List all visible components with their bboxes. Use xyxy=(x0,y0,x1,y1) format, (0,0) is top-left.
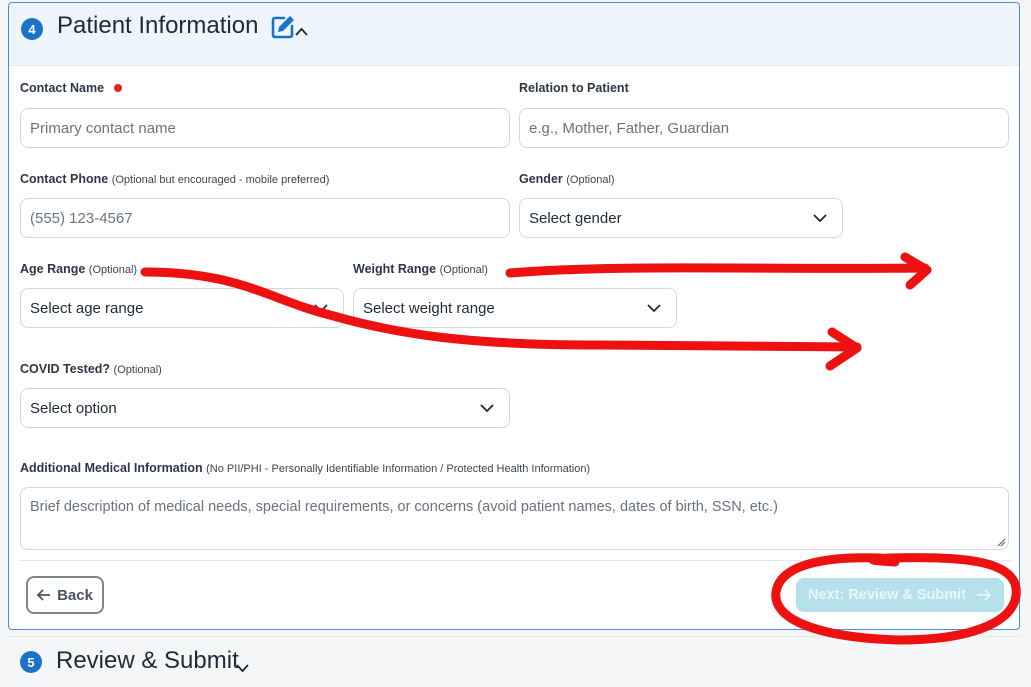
resize-grip-icon[interactable] xyxy=(997,538,1006,547)
gender-label: Gender (Optional) xyxy=(519,172,615,186)
covid-tested-select[interactable]: Select option xyxy=(20,388,510,428)
chevron-down-icon xyxy=(314,303,328,312)
step-badge: 5 xyxy=(20,651,42,673)
required-indicator xyxy=(114,84,122,92)
chevron-up-icon[interactable] xyxy=(295,27,308,36)
medical-info-label: Additional Medical Information (No PII/P… xyxy=(20,461,591,475)
chevron-down-icon xyxy=(480,403,494,412)
weight-range-select[interactable]: Select weight range xyxy=(353,288,677,328)
arrow-left-icon xyxy=(37,589,51,601)
age-range-value: Select age range xyxy=(30,299,144,317)
contact-name-input[interactable]: Primary contact name xyxy=(20,108,510,148)
chevron-down-icon xyxy=(647,303,661,312)
age-range-select[interactable]: Select age range xyxy=(20,288,344,328)
weight-range-value: Select weight range xyxy=(363,299,495,317)
weight-range-label: Weight Range (Optional) xyxy=(353,262,488,276)
patient-information-section: 4 Patient Information Contact Name Prima… xyxy=(8,2,1020,630)
chevron-down-icon xyxy=(813,213,827,222)
review-submit-section[interactable]: 5 Review & Submit xyxy=(8,636,1020,687)
contact-phone-input[interactable]: (555) 123-4567 xyxy=(20,198,510,238)
medical-info-textarea[interactable]: Brief description of medical needs, spec… xyxy=(20,487,1009,550)
gender-value: Select gender xyxy=(529,209,622,227)
covid-tested-label: COVID Tested? (Optional) xyxy=(20,362,162,376)
contact-phone-label: Contact Phone (Optional but encouraged -… xyxy=(20,172,330,186)
section-title: Patient Information xyxy=(57,12,259,39)
contact-name-label: Contact Name xyxy=(20,81,105,95)
arrow-right-icon xyxy=(976,589,992,601)
relation-input[interactable]: e.g., Mother, Father, Guardian xyxy=(519,108,1009,148)
gender-select[interactable]: Select gender xyxy=(519,198,843,238)
back-button[interactable]: Back xyxy=(26,576,104,614)
next-button-label: Next: Review & Submit xyxy=(808,587,966,603)
step-badge: 4 xyxy=(21,18,43,40)
section-header[interactable]: 4 Patient Information xyxy=(9,3,1019,66)
relation-label: Relation to Patient xyxy=(519,81,629,95)
section-title: Review & Submit xyxy=(56,647,239,674)
edit-icon[interactable] xyxy=(270,14,296,40)
back-button-label: Back xyxy=(57,586,93,604)
age-range-label: Age Range (Optional) xyxy=(20,262,138,276)
next-review-submit-button[interactable]: Next: Review & Submit xyxy=(796,578,1004,612)
medical-info-placeholder: Brief description of medical needs, spec… xyxy=(30,499,778,515)
covid-tested-value: Select option xyxy=(30,399,117,417)
divider xyxy=(19,560,1011,561)
